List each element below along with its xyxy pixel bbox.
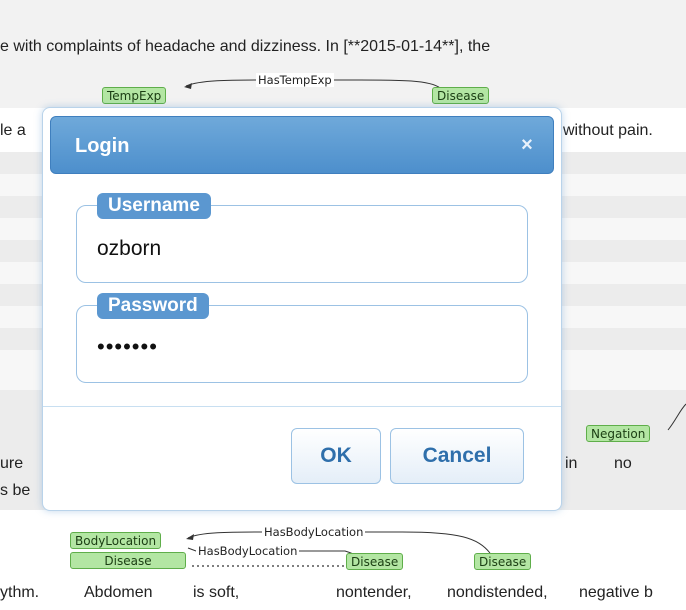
login-dialog: Login × Username Password ••••••• OK Can…	[42, 107, 562, 511]
ok-button[interactable]: OK	[291, 428, 381, 484]
cancel-button[interactable]: Cancel	[390, 428, 524, 484]
dialog-title: Login	[75, 135, 130, 157]
password-label: Password	[97, 293, 209, 319]
username-input[interactable]	[97, 234, 509, 264]
password-input[interactable]: •••••••	[97, 332, 509, 362]
username-fieldset: Username	[76, 193, 528, 283]
username-label: Username	[97, 193, 211, 219]
password-fieldset: Password •••••••	[76, 293, 528, 383]
dialog-header: Login ×	[50, 116, 554, 174]
close-icon[interactable]: ×	[517, 135, 537, 155]
dialog-divider	[43, 406, 561, 407]
